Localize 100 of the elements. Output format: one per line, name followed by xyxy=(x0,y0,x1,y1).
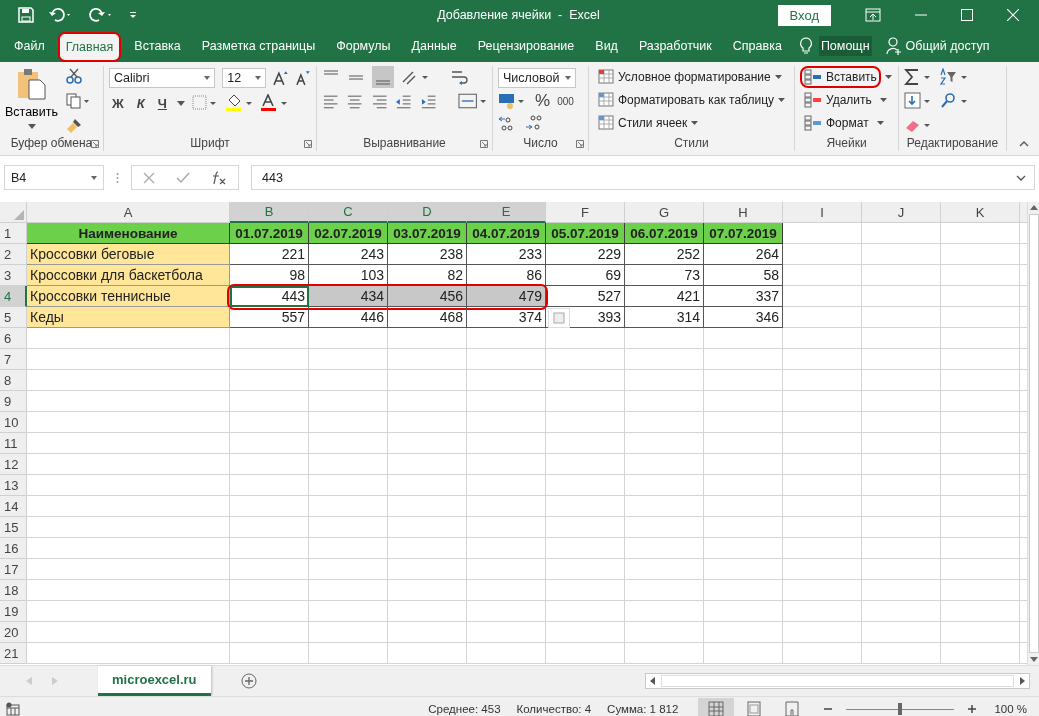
scroll-up-icon[interactable] xyxy=(1029,205,1038,210)
dialog-launcher-icon[interactable] xyxy=(576,140,584,148)
sheet-tab[interactable]: microexcel.ru xyxy=(98,666,211,696)
zoom-level-text[interactable]: 100 % xyxy=(994,703,1027,715)
currency-icon[interactable] xyxy=(498,92,526,110)
vertical-scrollbar[interactable] xyxy=(1027,202,1039,665)
bold-button[interactable]: Ж xyxy=(109,95,127,111)
dialog-launcher-icon[interactable] xyxy=(91,140,99,148)
thousands-separator-button[interactable]: 000 xyxy=(557,95,574,107)
horizontal-scrollbar[interactable] xyxy=(645,673,1030,689)
row-header[interactable]: 11 xyxy=(0,433,27,454)
caret-icon[interactable] xyxy=(879,98,887,102)
ribbon-tab[interactable]: Данные xyxy=(403,33,465,59)
caret-icon[interactable] xyxy=(884,75,892,79)
scroll-down-icon[interactable] xyxy=(1029,657,1038,662)
column-header[interactable]: K xyxy=(941,202,1020,223)
caret-icon[interactable] xyxy=(176,100,185,106)
ribbon-tab[interactable]: Формулы xyxy=(328,33,399,59)
underline-button[interactable]: Ч xyxy=(154,95,170,111)
row-header[interactable]: 21 xyxy=(0,643,27,664)
collapse-ribbon-icon[interactable] xyxy=(1019,141,1029,147)
font-name-dropdown[interactable]: Calibri xyxy=(109,68,216,88)
dialog-launcher-icon[interactable] xyxy=(304,140,312,148)
redo-icon[interactable] xyxy=(88,7,114,23)
close-icon[interactable] xyxy=(1007,9,1019,21)
expand-icon[interactable] xyxy=(1016,174,1026,181)
scissors-icon[interactable] xyxy=(66,68,82,84)
cells-menu-button[interactable]: Удалить xyxy=(800,89,876,111)
fill-color-icon[interactable] xyxy=(224,94,253,112)
caret-icon[interactable] xyxy=(876,121,884,125)
sign-in-button[interactable]: Вход xyxy=(777,4,831,26)
checkmark-icon[interactable] xyxy=(176,171,190,184)
column-header[interactable]: I xyxy=(783,202,862,223)
format-painter-icon[interactable] xyxy=(66,118,82,134)
column-header[interactable]: C xyxy=(309,202,388,223)
ribbon-tab[interactable]: Файл xyxy=(6,33,53,59)
row-header[interactable]: 6 xyxy=(0,328,27,349)
share-button[interactable]: Общий доступ xyxy=(901,36,994,56)
decrease-font-icon[interactable] xyxy=(295,70,311,86)
scroll-right-icon[interactable] xyxy=(1020,677,1025,685)
row-header[interactable]: 15 xyxy=(0,517,27,538)
save-icon[interactable] xyxy=(18,7,34,23)
row-header[interactable]: 10 xyxy=(0,412,27,433)
ribbon-display-icon[interactable] xyxy=(865,8,881,22)
ribbon-tab[interactable]: Разработчик xyxy=(630,33,720,59)
macro-record-icon[interactable] xyxy=(6,702,20,716)
paste-button[interactable]: Вставить xyxy=(5,66,58,131)
maximize-icon[interactable] xyxy=(961,9,973,21)
font-size-dropdown[interactable]: 12 xyxy=(222,68,266,88)
column-header[interactable]: G xyxy=(625,202,704,223)
increase-font-icon[interactable] xyxy=(272,70,289,86)
merge-cells-icon[interactable] xyxy=(458,92,488,110)
column-header[interactable]: J xyxy=(862,202,941,223)
column-header[interactable]: E xyxy=(467,202,546,223)
normal-view-icon[interactable] xyxy=(698,698,735,716)
column-header[interactable]: H xyxy=(704,202,783,223)
sort-filter-icon[interactable] xyxy=(939,68,969,86)
autosum-icon[interactable] xyxy=(904,68,932,86)
row-header[interactable]: 17 xyxy=(0,559,27,580)
fill-down-icon[interactable] xyxy=(904,92,932,110)
styles-menu-button[interactable]: Условное форматирование xyxy=(594,66,789,88)
cells-menu-button[interactable]: Вставить xyxy=(800,66,881,88)
italic-button[interactable]: К xyxy=(133,95,148,111)
styles-menu-button[interactable]: Форматировать как таблицу xyxy=(594,89,789,111)
row-header[interactable]: 2 xyxy=(0,244,27,265)
ribbon-tab[interactable]: Вид xyxy=(587,33,626,59)
customize-icon[interactable] xyxy=(128,10,138,20)
column-header[interactable]: F xyxy=(546,202,625,223)
add-sheet-icon[interactable] xyxy=(240,673,257,689)
row-header[interactable]: 3 xyxy=(0,265,27,286)
row-header[interactable]: 8 xyxy=(0,370,27,391)
percent-button[interactable]: % xyxy=(535,91,551,111)
row-header[interactable]: 20 xyxy=(0,622,27,643)
row-header[interactable]: 4 xyxy=(0,286,27,307)
row-header[interactable]: 1 xyxy=(0,223,27,244)
cells-menu-button[interactable]: Формат xyxy=(800,112,873,134)
row-header[interactable]: 18 xyxy=(0,580,27,601)
ribbon-tab[interactable]: Разметка страницы xyxy=(193,33,324,59)
column-header[interactable]: B xyxy=(230,202,309,223)
row-header[interactable]: 16 xyxy=(0,538,27,559)
tell-me-field[interactable]: Помощн xyxy=(818,36,872,56)
ribbon-tab[interactable]: Вставка xyxy=(126,33,189,59)
styles-menu-button[interactable]: Стили ячеек xyxy=(594,112,789,134)
zoom-in-icon[interactable] xyxy=(968,705,977,713)
copy-icon[interactable] xyxy=(66,93,90,109)
ribbon-tab[interactable]: Рецензирование xyxy=(469,33,583,59)
zoom-slider-thumb[interactable] xyxy=(898,703,903,715)
font-color-icon[interactable] xyxy=(259,94,288,112)
row-header[interactable]: 12 xyxy=(0,454,27,475)
formula-input[interactable]: 443 xyxy=(251,165,1035,190)
row-header[interactable]: 7 xyxy=(0,349,27,370)
dialog-launcher-icon[interactable] xyxy=(480,140,488,148)
row-header[interactable]: 14 xyxy=(0,496,27,517)
row-header[interactable]: 5 xyxy=(0,307,27,328)
search-icon[interactable] xyxy=(939,92,969,110)
row-header[interactable]: 19 xyxy=(0,601,27,622)
ribbon-tab[interactable]: Главная xyxy=(57,32,122,62)
wrap-text-icon[interactable] xyxy=(450,68,468,86)
row-header[interactable]: 9 xyxy=(0,391,27,412)
row-header[interactable]: 13 xyxy=(0,475,27,496)
